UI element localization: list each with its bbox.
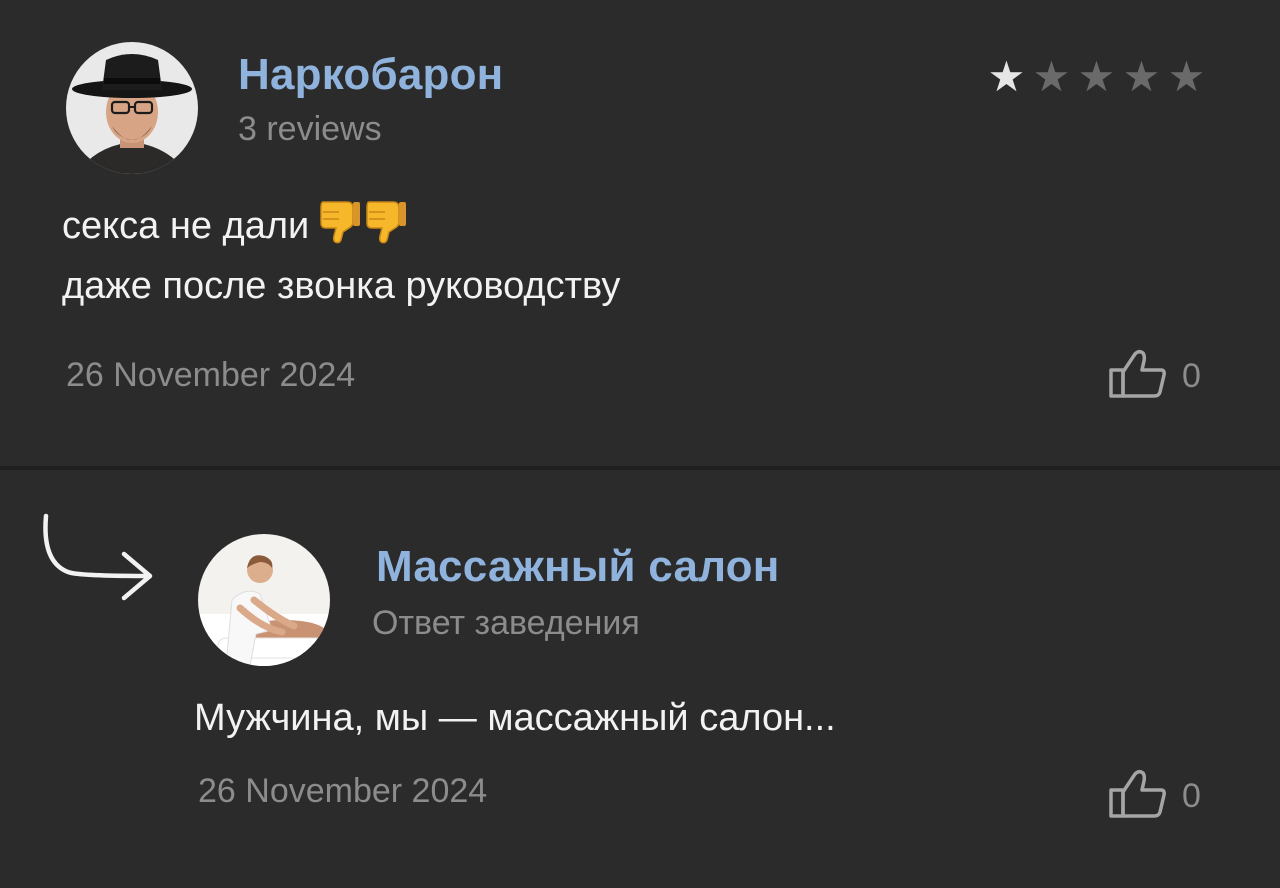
man-in-hat-avatar-icon <box>66 42 198 174</box>
review-date: 26 November 2024 <box>66 356 356 394</box>
review-text-line-1: секса не дали <box>62 205 310 247</box>
business-avatar[interactable] <box>198 534 330 666</box>
business-name[interactable]: Массажный салон <box>376 542 780 592</box>
star-empty-icon: ★ <box>1122 52 1161 101</box>
reply-arrow-icon <box>38 512 158 617</box>
like-count: 0 <box>1182 357 1201 395</box>
author-review-count: 3 reviews <box>238 110 382 148</box>
business-reply-label: Ответ заведения <box>372 604 640 642</box>
star-filled-icon: ★ <box>987 52 1026 101</box>
like-button[interactable]: 0 <box>1108 348 1201 405</box>
thumbs-up-icon <box>1108 348 1168 405</box>
review-card: Наркобарон 3 reviews ★ ★ ★ ★ ★ секса не … <box>0 0 1280 466</box>
star-empty-icon: ★ <box>1077 52 1116 101</box>
business-reply-card: Массажный салон Ответ заведения Мужчина,… <box>0 470 1280 888</box>
star-empty-icon: ★ <box>1167 52 1206 101</box>
massage-avatar-icon <box>198 534 330 666</box>
thumbs-down-emoji-icon <box>319 198 407 244</box>
user-avatar[interactable] <box>66 42 198 174</box>
like-button[interactable]: 0 <box>1108 768 1201 825</box>
reply-date: 26 November 2024 <box>198 772 488 810</box>
review-text-line-2: даже после звонка руководству <box>62 265 621 307</box>
review-text: секса не дали даже после звонка руководс… <box>62 196 620 316</box>
star-empty-icon: ★ <box>1032 52 1071 101</box>
like-count: 0 <box>1182 777 1201 815</box>
author-name[interactable]: Наркобарон <box>238 50 503 100</box>
reply-text: Мужчина, мы — массажный салон... <box>194 697 836 739</box>
star-rating: ★ ★ ★ ★ ★ <box>984 55 1209 99</box>
thumbs-up-icon <box>1108 768 1168 825</box>
